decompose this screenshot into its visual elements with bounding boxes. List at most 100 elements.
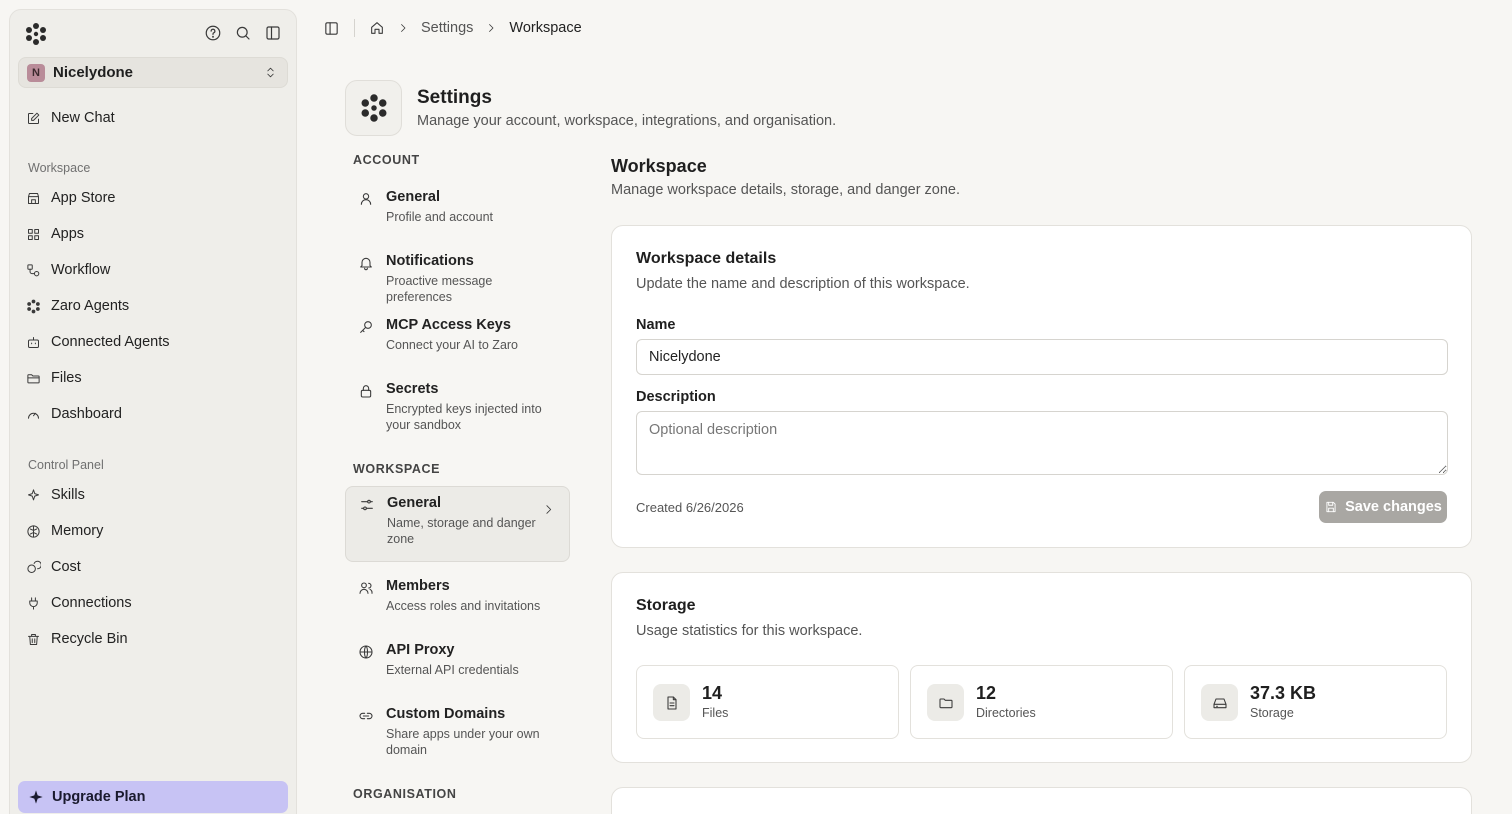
workspace-selector[interactable]: N Nicelydone [18, 57, 288, 88]
menu-item-title: Secrets [386, 381, 439, 397]
sidebar-item-zaro-agents[interactable]: Zaro Agents [26, 294, 129, 318]
section-title: Workspace [611, 156, 707, 176]
divider [354, 19, 355, 37]
menu-item-members[interactable]: Members Access roles and invitations [345, 570, 570, 622]
workspace-badge: N [27, 63, 45, 82]
menu-section-account: ACCOUNT [353, 153, 420, 167]
sidebar-toggle-icon[interactable] [323, 20, 340, 37]
menu-item-desc: Name, storage and danger zone [387, 516, 536, 546]
agents-icon [26, 299, 41, 314]
new-chat-button[interactable]: New Chat [26, 106, 115, 130]
grid-icon [26, 227, 41, 242]
folder-icon [26, 371, 41, 386]
card-subtitle: Update the name and description of this … [636, 276, 970, 292]
menu-item-workspace-general[interactable]: General Name, storage and danger zone [345, 486, 570, 562]
page-subtitle: Manage your account, workspace, integrat… [417, 113, 837, 129]
sidebar-item-dashboard[interactable]: Dashboard [26, 402, 122, 426]
breadcrumb-settings[interactable]: Settings [421, 20, 473, 36]
sidebar: N Nicelydone New Chat Workspace App Stor… [9, 9, 297, 814]
sidebar-toggle-icon[interactable] [264, 24, 282, 42]
menu-item-desc: Share apps under your own domain [386, 727, 540, 757]
globe-icon [358, 642, 374, 678]
sidebar-item-workflow[interactable]: Workflow [26, 258, 110, 282]
workspace-details-card: Workspace details Update the name and de… [611, 225, 1472, 548]
sidebar-item-label: Connections [51, 595, 132, 611]
help-icon[interactable] [204, 24, 222, 42]
menu-item-desc: External API credentials [386, 663, 519, 677]
menu-item-title: API Proxy [386, 642, 455, 658]
new-chat-label: New Chat [51, 110, 115, 126]
section-control-panel: Control Panel [28, 458, 104, 472]
sidebar-item-memory[interactable]: Memory [26, 519, 103, 543]
sidebar-item-label: Recycle Bin [51, 631, 128, 647]
users-icon [358, 578, 374, 614]
sidebar-top [24, 22, 282, 46]
coins-icon [26, 560, 41, 575]
sparkle-icon [26, 488, 41, 503]
sidebar-item-label: Dashboard [51, 406, 122, 422]
breadcrumb: Settings Workspace [323, 18, 582, 38]
menu-item-title: Notifications [386, 253, 474, 269]
sidebar-item-label: Apps [51, 226, 85, 242]
logo-icon[interactable] [24, 22, 48, 46]
sidebar-item-label: Workflow [51, 262, 111, 278]
stat-storage: 37.3 KB Storage [1184, 665, 1447, 739]
section-subtitle: Manage workspace details, storage, and d… [611, 182, 961, 198]
upgrade-plan-button[interactable]: Upgrade Plan [18, 781, 288, 813]
menu-item-title: Custom Domains [386, 706, 506, 722]
save-changes-label: Save changes [1345, 499, 1442, 515]
sparkle-icon [28, 789, 44, 805]
menu-item-notifications[interactable]: Notifications Proactive message preferen… [345, 245, 570, 313]
hard-drive-icon [1201, 684, 1238, 721]
description-input[interactable] [636, 411, 1448, 475]
menu-item-custom-domains[interactable]: Custom Domains Share apps under your own… [345, 698, 570, 766]
store-icon [26, 191, 41, 206]
upgrade-plan-label: Upgrade Plan [52, 789, 146, 805]
chevron-right-icon [485, 22, 497, 34]
settings-logo-icon [345, 80, 402, 136]
link-icon [358, 706, 374, 758]
card-subtitle: Usage statistics for this workspace. [636, 623, 863, 639]
sidebar-item-apps[interactable]: Apps [26, 222, 84, 246]
chevron-right-icon [542, 503, 555, 516]
key-icon [358, 317, 374, 353]
sidebar-item-recycle-bin[interactable]: Recycle Bin [26, 627, 128, 651]
description-label: Description [636, 389, 716, 405]
workflow-icon [26, 263, 41, 278]
file-icon [653, 684, 690, 721]
breadcrumb-workspace: Workspace [509, 20, 582, 36]
robot-icon [26, 335, 41, 350]
sidebar-item-label: Connected Agents [51, 334, 170, 350]
created-date: Created 6/26/2026 [636, 500, 744, 515]
stat-value: 14 [702, 683, 723, 703]
menu-item-mcp-access-keys[interactable]: MCP Access Keys Connect your AI to Zaro [345, 309, 570, 361]
sidebar-item-connections[interactable]: Connections [26, 591, 132, 615]
save-changes-button[interactable]: Save changes [1319, 491, 1447, 523]
menu-item-api-proxy[interactable]: API Proxy External API credentials [345, 634, 570, 686]
card-title: Workspace details [636, 250, 777, 267]
sidebar-item-label: App Store [51, 190, 116, 206]
brain-icon [26, 524, 41, 539]
sidebar-item-files[interactable]: Files [26, 366, 82, 390]
menu-item-desc: Profile and account [386, 210, 494, 224]
stat-value: 37.3 KB [1250, 683, 1317, 703]
sidebar-item-app-store[interactable]: App Store [26, 186, 116, 210]
sidebar-item-cost[interactable]: Cost [26, 555, 81, 579]
sidebar-item-connected-agents[interactable]: Connected Agents [26, 330, 170, 354]
section-workspace: Workspace [28, 161, 91, 175]
save-icon [1324, 500, 1338, 514]
name-label: Name [636, 317, 676, 333]
menu-item-title: Members [386, 578, 450, 594]
home-icon[interactable] [369, 20, 385, 36]
menu-item-account-general[interactable]: General Profile and account [345, 181, 570, 233]
chevron-right-icon [397, 22, 409, 34]
name-input[interactable] [636, 339, 1448, 375]
stat-directories: 12 Directories [910, 665, 1173, 739]
menu-item-desc: Proactive message preferences [386, 274, 493, 304]
menu-item-title: MCP Access Keys [386, 317, 511, 333]
plug-icon [26, 596, 41, 611]
search-icon[interactable] [234, 24, 252, 42]
menu-item-title: General [386, 189, 440, 205]
menu-item-secrets[interactable]: Secrets Encrypted keys injected into you… [345, 373, 570, 441]
sidebar-item-skills[interactable]: Skills [26, 483, 85, 507]
